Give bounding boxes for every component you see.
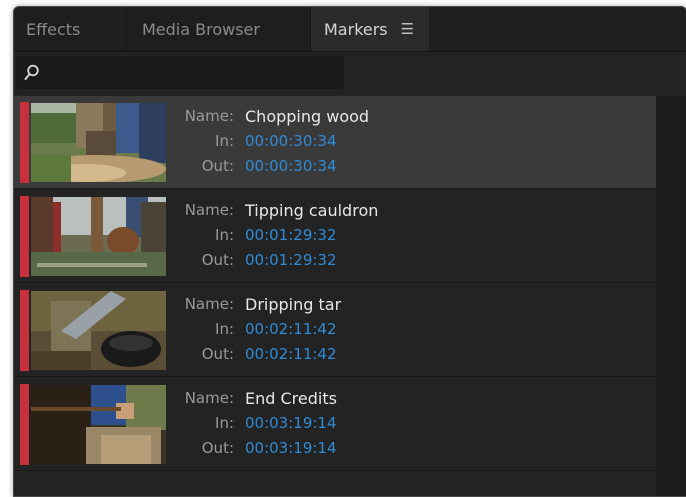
in-label: In: bbox=[215, 226, 234, 244]
marker-list: Name: In: Out: Chopping wood 00:00:30:34… bbox=[14, 96, 656, 496]
tab-media-browser-label: Media Browser bbox=[142, 19, 260, 39]
marker-name[interactable]: End Credits bbox=[245, 386, 645, 411]
tab-effects-label: Effects bbox=[26, 19, 81, 39]
markers-panel: Effects Media Browser Markers ☰ Name: In… bbox=[13, 6, 686, 497]
marker-out-timecode[interactable]: 00:03:19:14 bbox=[245, 436, 645, 461]
name-label: Name: bbox=[184, 107, 234, 125]
scrollbar[interactable] bbox=[656, 96, 686, 496]
marker-name[interactable]: Chopping wood bbox=[245, 104, 645, 129]
markers-toolbar bbox=[14, 52, 686, 93]
tab-markers-label: Markers bbox=[324, 19, 388, 39]
name-label: Name: bbox=[184, 201, 234, 219]
marker-thumbnail bbox=[31, 103, 166, 182]
marker-color-bar bbox=[20, 290, 29, 371]
tab-markers[interactable]: Markers ☰ bbox=[311, 7, 429, 51]
marker-thumbnail bbox=[31, 385, 166, 464]
search-input[interactable] bbox=[16, 56, 344, 89]
marker-color-bar bbox=[20, 196, 29, 277]
in-label: In: bbox=[215, 132, 234, 150]
tab-media-browser[interactable]: Media Browser bbox=[127, 7, 311, 51]
marker-row-tipping-cauldron[interactable]: Name: In: Out: Tipping cauldron 00:01:29… bbox=[14, 190, 656, 283]
marker-in-timecode[interactable]: 00:00:30:34 bbox=[245, 129, 645, 154]
marker-out-timecode[interactable]: 00:02:11:42 bbox=[245, 342, 645, 367]
out-label: Out: bbox=[201, 345, 234, 363]
name-label: Name: bbox=[184, 389, 234, 407]
out-label: Out: bbox=[201, 251, 234, 269]
marker-out-timecode[interactable]: 00:01:29:32 bbox=[245, 248, 645, 273]
marker-color-bar bbox=[20, 102, 29, 183]
marker-in-timecode[interactable]: 00:03:19:14 bbox=[245, 411, 645, 436]
marker-row-end-credits[interactable]: Name: In: Out: End Credits 00:03:19:14 0… bbox=[14, 378, 656, 471]
search-icon bbox=[24, 64, 39, 80]
tab-effects[interactable]: Effects bbox=[14, 7, 126, 51]
marker-name[interactable]: Dripping tar bbox=[245, 292, 645, 317]
marker-name[interactable]: Tipping cauldron bbox=[245, 198, 645, 223]
out-label: Out: bbox=[201, 157, 234, 175]
in-label: In: bbox=[215, 320, 234, 338]
out-label: Out: bbox=[201, 439, 234, 457]
in-label: In: bbox=[215, 414, 234, 432]
marker-row-chopping-wood[interactable]: Name: In: Out: Chopping wood 00:00:30:34… bbox=[14, 96, 656, 189]
marker-row-dripping-tar[interactable]: Name: In: Out: Dripping tar 00:02:11:42 … bbox=[14, 284, 656, 377]
marker-thumbnail bbox=[31, 197, 166, 276]
marker-thumbnail bbox=[31, 291, 166, 370]
marker-in-timecode[interactable]: 00:02:11:42 bbox=[245, 317, 645, 342]
panel-tab-bar: Effects Media Browser Markers ☰ bbox=[14, 7, 686, 52]
marker-out-timecode[interactable]: 00:00:30:34 bbox=[245, 154, 645, 179]
marker-in-timecode[interactable]: 00:01:29:32 bbox=[245, 223, 645, 248]
name-label: Name: bbox=[184, 295, 234, 313]
panel-menu-icon[interactable]: ☰ bbox=[401, 20, 414, 38]
marker-color-bar bbox=[20, 384, 29, 465]
